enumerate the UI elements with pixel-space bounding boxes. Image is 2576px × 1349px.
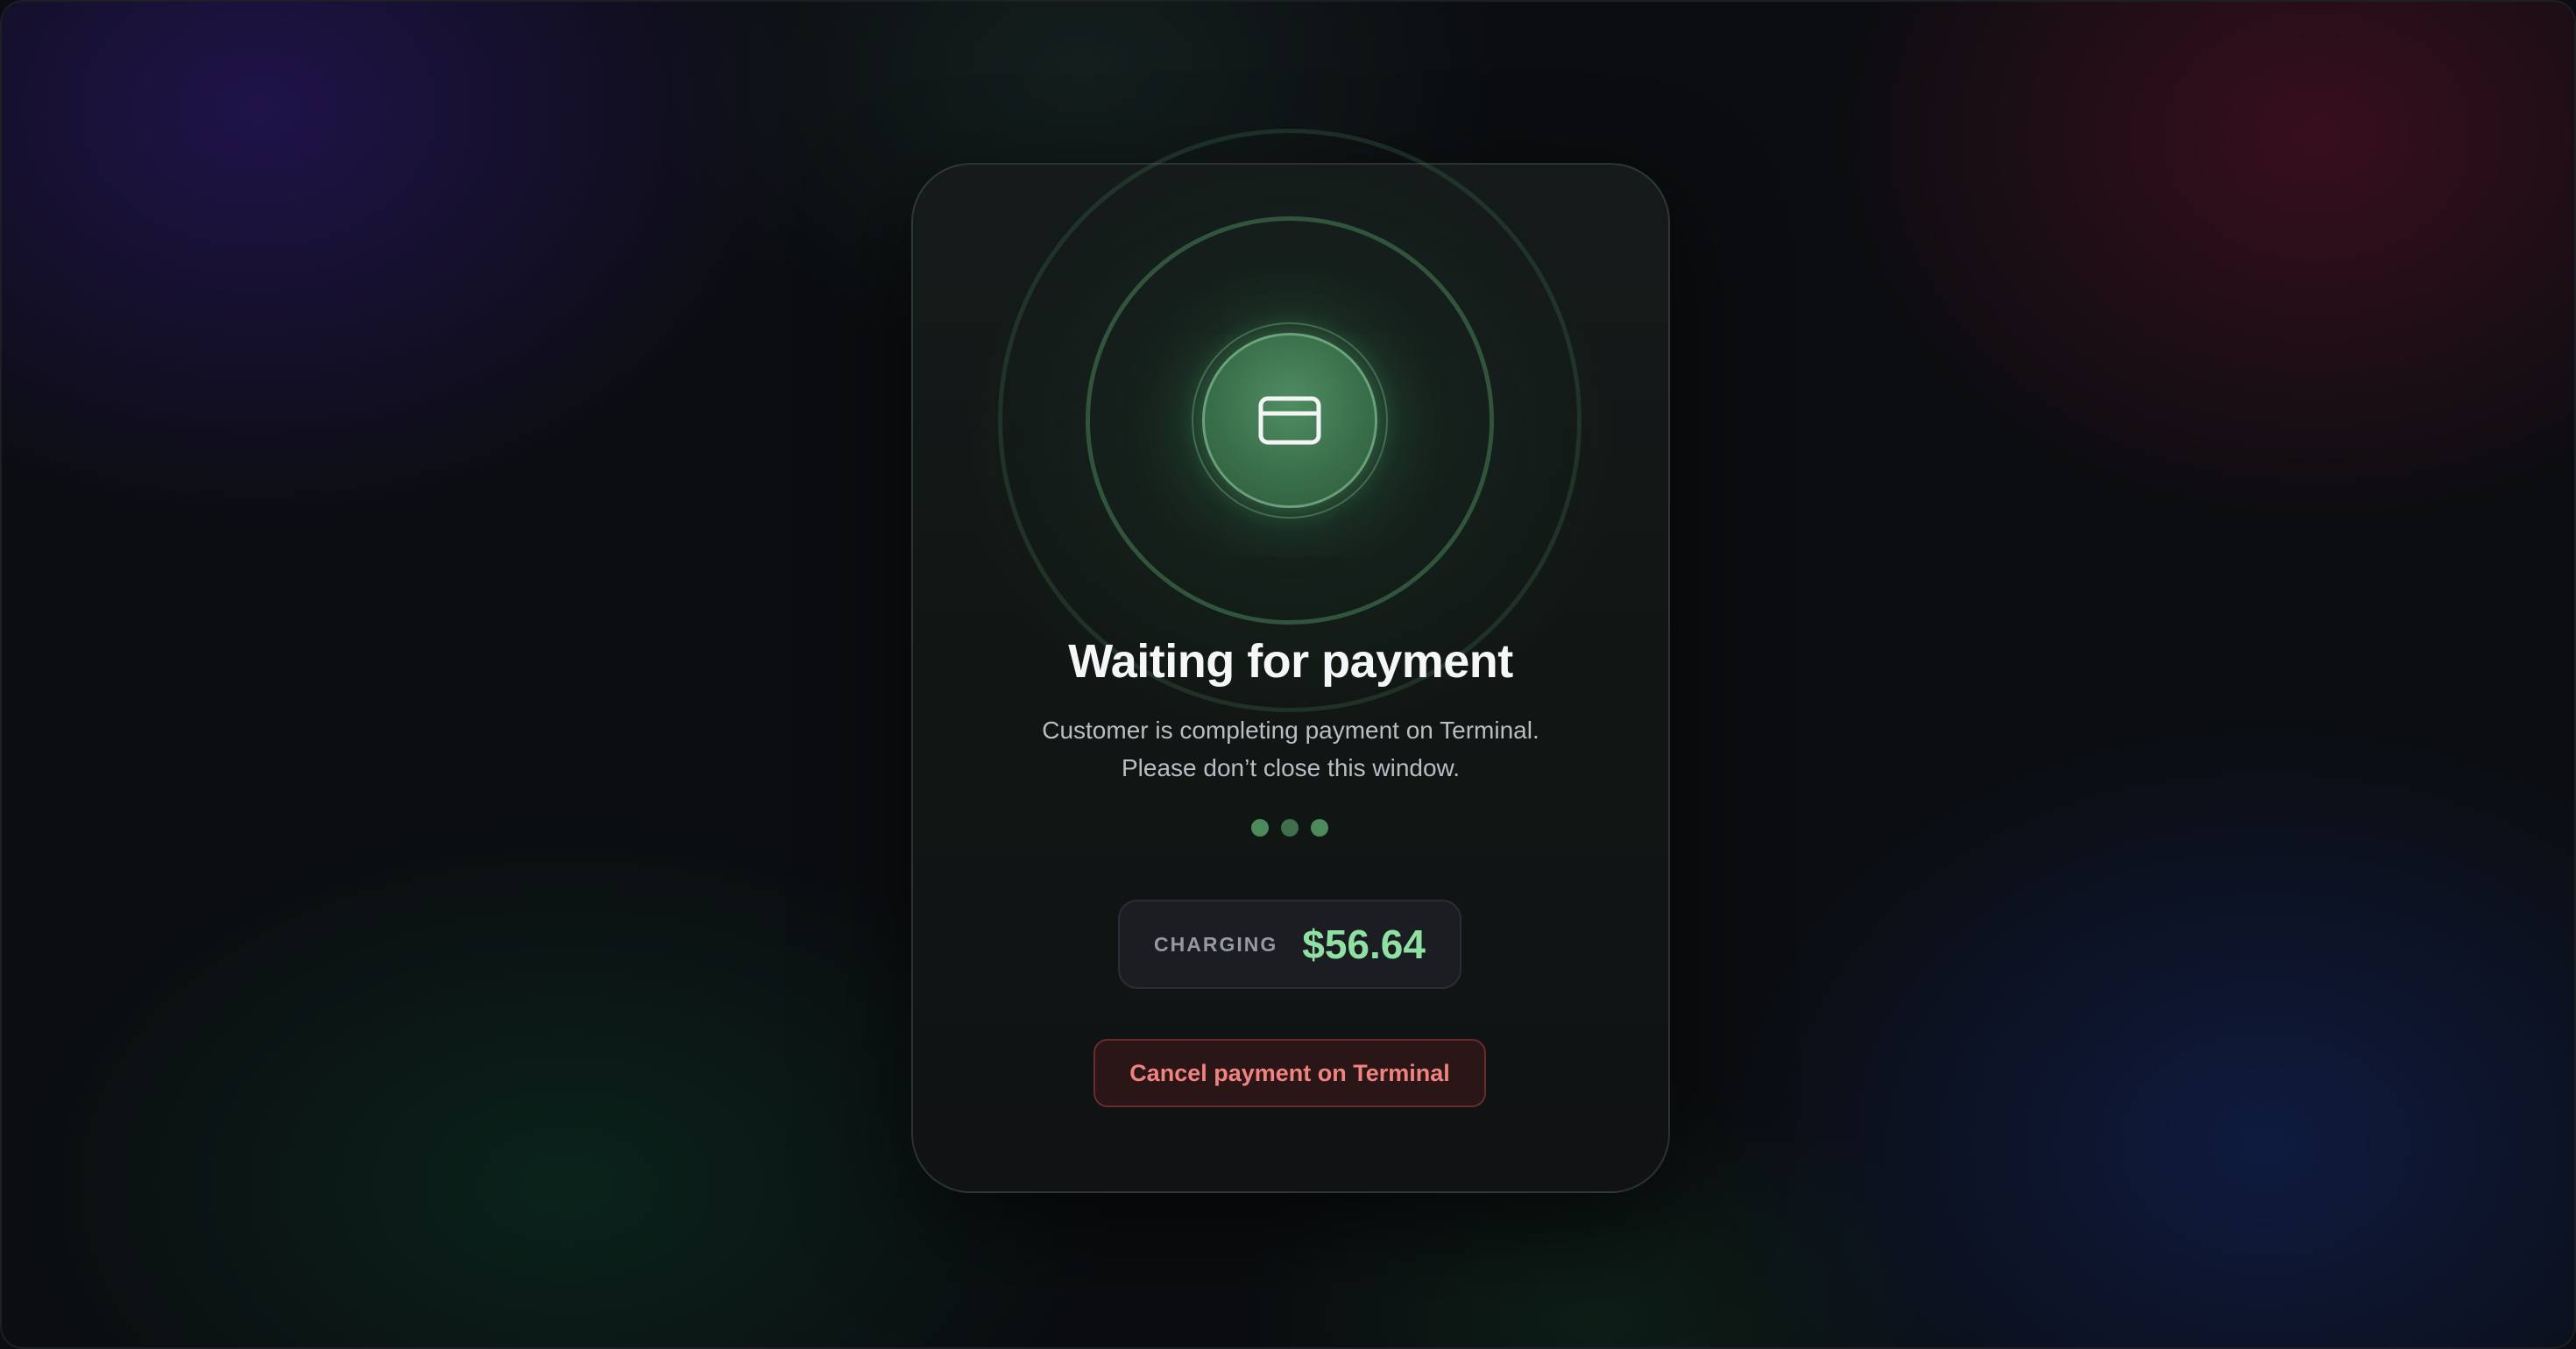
app-viewport: Waiting for payment Customer is completi… xyxy=(0,0,2576,1349)
payment-icon-badge xyxy=(1202,333,1377,508)
charge-amount: $56.64 xyxy=(1302,922,1426,967)
credit-card-icon xyxy=(1258,396,1321,445)
loading-dot xyxy=(1251,819,1269,837)
loading-dot xyxy=(1281,819,1299,837)
charge-summary: CHARGING $56.64 xyxy=(1118,900,1461,989)
status-message-line-2: Please don’t close this window. xyxy=(1122,754,1460,781)
cancel-payment-button[interactable]: Cancel payment on Terminal xyxy=(1093,1039,1486,1107)
status-message-line-1: Customer is completing payment on Termin… xyxy=(1042,717,1539,744)
status-message: Customer is completing payment on Termin… xyxy=(911,711,1670,787)
charging-label: CHARGING xyxy=(1154,932,1278,956)
page-title: Waiting for payment xyxy=(1068,635,1513,688)
loading-dot xyxy=(1311,819,1328,837)
loading-indicator xyxy=(1251,819,1328,837)
